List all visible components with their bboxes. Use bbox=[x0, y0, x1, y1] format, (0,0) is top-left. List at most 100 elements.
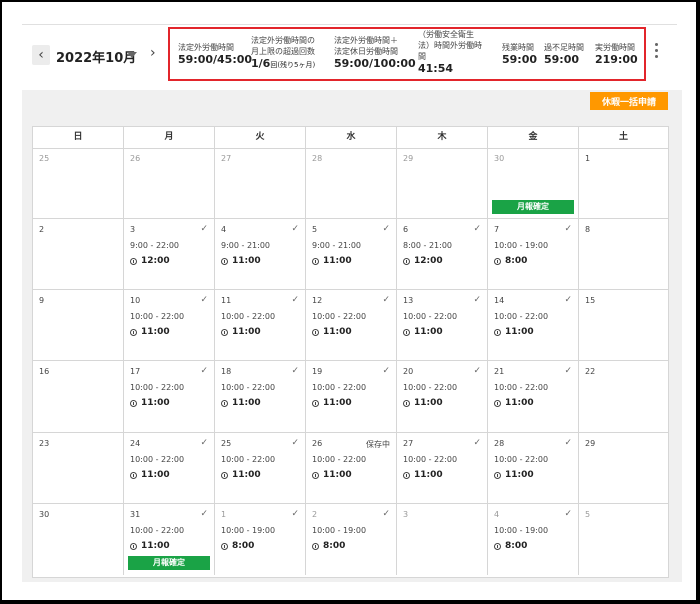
next-month-button[interactable]: › bbox=[150, 45, 156, 61]
calendar-day-cell[interactable]: 29 bbox=[397, 148, 488, 219]
calendar-day-cell[interactable]: 4 ✓ 9:00 - 21:00 11:00 bbox=[215, 219, 306, 290]
calendar-day-cell[interactable]: 3 bbox=[397, 504, 488, 575]
day-number: 24 bbox=[130, 439, 141, 448]
calendar-day-cell[interactable]: 23 bbox=[33, 433, 124, 504]
calendar-day-cell[interactable]: 5 bbox=[579, 504, 668, 575]
monthly-report-confirmed-badge[interactable]: 月報確定 bbox=[128, 556, 210, 570]
calendar-day-cell[interactable]: 26 保存中 10:00 - 22:00 11:00 bbox=[306, 433, 397, 504]
calendar-day-cell[interactable]: 11 ✓ 10:00 - 22:00 11:00 bbox=[215, 290, 306, 361]
kebab-dot bbox=[655, 49, 658, 52]
calendar-day-cell[interactable]: 2 ✓ 10:00 - 19:00 8:00 bbox=[306, 504, 397, 575]
calendar-day-cell[interactable]: 21 ✓ 10:00 - 22:00 11:00 bbox=[488, 361, 579, 433]
calendar-day-cell[interactable]: 10 ✓ 10:00 - 22:00 11:00 bbox=[124, 290, 215, 361]
day-number: 2 bbox=[312, 510, 318, 519]
calendar-day-cell[interactable]: 14 ✓ 10:00 - 22:00 11:00 bbox=[488, 290, 579, 361]
summary-safety-law-overtime: （労働安全衛生 法）時間外労働時 間 41:54 bbox=[418, 29, 482, 76]
day-number: 28 bbox=[494, 439, 505, 448]
more-menu-button[interactable] bbox=[655, 43, 659, 61]
calendar-day-cell[interactable]: 1 ✓ 10:00 - 19:00 8:00 bbox=[215, 504, 306, 575]
work-duration-value: 11:00 bbox=[232, 470, 261, 480]
work-time-range: 10:00 - 22:00 bbox=[494, 383, 549, 392]
calendar-day-cell[interactable]: 28 bbox=[306, 148, 397, 219]
kebab-dot bbox=[655, 55, 658, 58]
check-icon: ✓ bbox=[564, 509, 572, 519]
calendar-day-cell[interactable]: 17 ✓ 10:00 - 22:00 11:00 bbox=[124, 361, 215, 433]
calendar-day-cell[interactable]: 27 ✓ 10:00 - 22:00 11:00 bbox=[397, 433, 488, 504]
weekday-dow-wed: 水 bbox=[306, 127, 397, 148]
calendar-day-cell[interactable]: 2 bbox=[33, 219, 124, 290]
calendar-day-cell[interactable]: 15 bbox=[579, 290, 668, 361]
work-duration: 11:00 bbox=[130, 398, 170, 408]
calendar-day-cell[interactable]: 30 月報確定 bbox=[488, 148, 579, 219]
work-duration: 11:00 bbox=[312, 256, 352, 266]
day-number: 26 bbox=[130, 154, 141, 163]
calendar-day-cell[interactable]: 19 ✓ 10:00 - 22:00 11:00 bbox=[306, 361, 397, 433]
day-number: 2 bbox=[39, 225, 45, 234]
summary-label: 実労働時間 bbox=[595, 43, 635, 52]
work-time-range: 10:00 - 22:00 bbox=[221, 383, 276, 392]
calendar-day-cell[interactable]: 31 ✓ 10:00 - 22:00 11:00 月報確定 bbox=[124, 504, 215, 575]
clock-icon bbox=[221, 257, 228, 265]
day-number: 25 bbox=[39, 154, 50, 163]
calendar-day-cell[interactable]: 30 bbox=[33, 504, 124, 575]
check-icon: ✓ bbox=[382, 366, 390, 376]
work-duration-value: 12:00 bbox=[414, 256, 443, 266]
day-number: 20 bbox=[403, 367, 414, 376]
calendar-day-cell[interactable]: 3 ✓ 9:00 - 22:00 12:00 bbox=[124, 219, 215, 290]
summary-value: 1/6回(残り5ヶ月) bbox=[251, 57, 315, 72]
calendar-day-cell[interactable]: 7 ✓ 10:00 - 19:00 8:00 bbox=[488, 219, 579, 290]
calendar-day-cell[interactable]: 12 ✓ 10:00 - 22:00 11:00 bbox=[306, 290, 397, 361]
day-number: 28 bbox=[312, 154, 323, 163]
weekday-dow-fri: 金 bbox=[488, 127, 579, 148]
clock-icon bbox=[403, 257, 410, 265]
clock-icon bbox=[494, 471, 501, 479]
calendar-day-cell[interactable]: 22 bbox=[579, 361, 668, 433]
work-time-range: 10:00 - 19:00 bbox=[312, 526, 367, 535]
calendar-day-cell[interactable]: 24 ✓ 10:00 - 22:00 11:00 bbox=[124, 433, 215, 504]
work-time-range: 10:00 - 22:00 bbox=[130, 312, 185, 321]
calendar-day-cell[interactable]: 25 ✓ 10:00 - 22:00 11:00 bbox=[215, 433, 306, 504]
summary-value-main: 1/6 bbox=[251, 57, 271, 70]
monthly-report-confirmed-badge[interactable]: 月報確定 bbox=[492, 200, 574, 214]
work-duration: 8:00 bbox=[494, 256, 527, 266]
work-duration-value: 11:00 bbox=[232, 398, 261, 408]
clock-icon bbox=[494, 399, 501, 407]
calendar-day-cell[interactable]: 8 bbox=[579, 219, 668, 290]
calendar-day-cell[interactable]: 28 ✓ 10:00 - 22:00 11:00 bbox=[488, 433, 579, 504]
calendar-day-cell[interactable]: 25 bbox=[33, 148, 124, 219]
calendar-day-cell[interactable]: 4 ✓ 10:00 - 19:00 8:00 bbox=[488, 504, 579, 575]
check-icon: ✓ bbox=[291, 295, 299, 305]
calendar-day-cell[interactable]: 18 ✓ 10:00 - 22:00 11:00 bbox=[215, 361, 306, 433]
work-time-range: 10:00 - 19:00 bbox=[494, 241, 549, 250]
calendar-day-cell[interactable]: 6 ✓ 8:00 - 21:00 12:00 bbox=[397, 219, 488, 290]
calendar-day-cell[interactable]: 27 bbox=[215, 148, 306, 219]
calendar-day-cell[interactable]: 13 ✓ 10:00 - 22:00 11:00 bbox=[397, 290, 488, 361]
check-icon: ✓ bbox=[291, 366, 299, 376]
clock-icon bbox=[312, 257, 319, 265]
summary-value: 59:00 bbox=[502, 53, 538, 66]
month-dropdown-icon[interactable] bbox=[127, 52, 137, 58]
check-icon: ✓ bbox=[382, 224, 390, 234]
check-icon: ✓ bbox=[473, 224, 481, 234]
prev-month-button[interactable]: ‹ bbox=[32, 45, 50, 65]
clock-icon bbox=[403, 328, 410, 336]
check-icon: ✓ bbox=[564, 295, 572, 305]
work-duration: 11:00 bbox=[403, 398, 443, 408]
calendar-day-cell[interactable]: 29 bbox=[579, 433, 668, 504]
calendar-day-cell[interactable]: 20 ✓ 10:00 - 22:00 11:00 bbox=[397, 361, 488, 433]
day-number: 9 bbox=[39, 296, 45, 305]
calendar-day-cell[interactable]: 5 ✓ 9:00 - 21:00 11:00 bbox=[306, 219, 397, 290]
day-number: 3 bbox=[130, 225, 136, 234]
calendar-day-cell[interactable]: 1 bbox=[579, 148, 668, 219]
work-time-range: 10:00 - 22:00 bbox=[494, 455, 549, 464]
calendar-day-cell[interactable]: 9 bbox=[33, 290, 124, 361]
day-number: 25 bbox=[221, 439, 232, 448]
work-duration-value: 12:00 bbox=[141, 256, 170, 266]
work-duration: 11:00 bbox=[312, 398, 352, 408]
work-duration: 11:00 bbox=[494, 327, 534, 337]
calendar-day-cell[interactable]: 16 bbox=[33, 361, 124, 433]
weekday-dow-tue: 火 bbox=[215, 127, 306, 148]
calendar-day-cell[interactable]: 26 bbox=[124, 148, 215, 219]
bulk-leave-request-button[interactable]: 休暇一括申請 bbox=[590, 92, 668, 110]
clock-icon bbox=[403, 471, 410, 479]
